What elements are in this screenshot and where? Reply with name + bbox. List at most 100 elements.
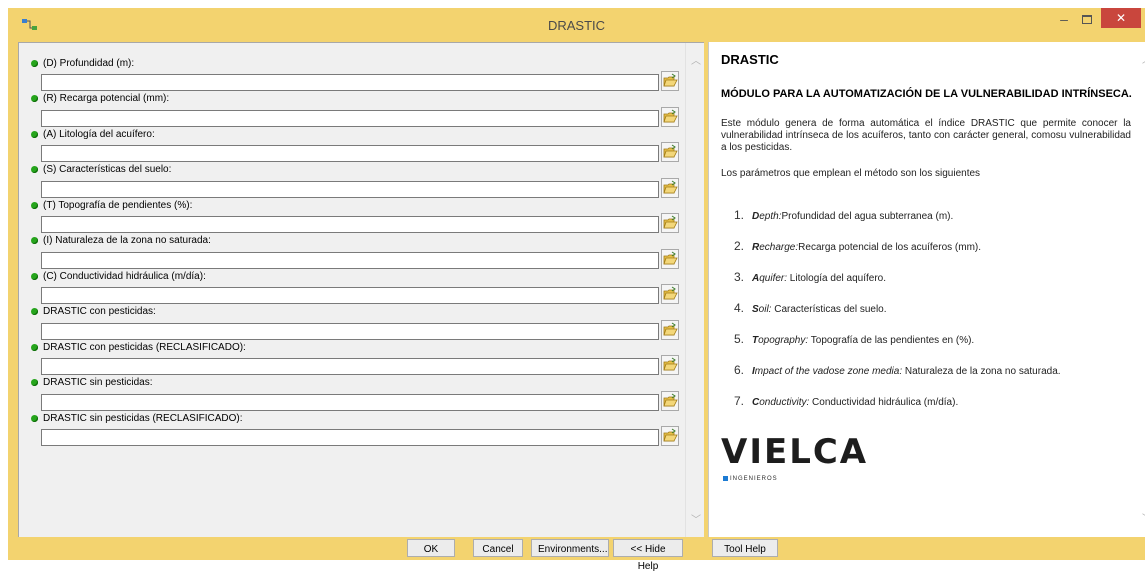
param-input[interactable] xyxy=(41,109,659,127)
help-params-intro: Los parámetros que emplean el método son… xyxy=(721,168,981,179)
open-folder-icon xyxy=(663,357,678,371)
browse-folder-button[interactable] xyxy=(661,426,679,446)
param-label: DRASTIC con pesticidas (RECLASIFICADO): xyxy=(31,339,246,355)
param-label: DRASTIC con pesticidas: xyxy=(31,304,156,320)
help-item-number: 6. xyxy=(734,363,745,377)
help-param-item: 3. Aquifer: Litología del aquífero. xyxy=(734,270,886,284)
maximize-button[interactable] xyxy=(1079,12,1095,28)
maximize-icon xyxy=(1082,15,1092,24)
tool-help-button[interactable]: Tool Help xyxy=(712,539,778,557)
help-item-term: Topography: xyxy=(752,335,809,346)
open-folder-icon xyxy=(663,109,678,122)
param-row: (I) Naturaleza de la zona no saturada: xyxy=(31,233,679,273)
param-label-text: (A) Litología del acuífero: xyxy=(43,128,155,140)
param-input[interactable] xyxy=(41,145,659,162)
param-input[interactable] xyxy=(41,429,659,446)
param-label-text: DRASTIC sin pesticidas: xyxy=(43,377,153,388)
required-dot-icon xyxy=(31,201,38,209)
browse-folder-button[interactable] xyxy=(661,71,679,91)
help-description: Este módulo genera de forma automática e… xyxy=(721,118,1131,153)
param-input[interactable] xyxy=(41,251,659,269)
param-input[interactable] xyxy=(41,74,659,91)
title-bar[interactable]: DRASTIC – ✕ xyxy=(8,8,1145,42)
required-dot-icon xyxy=(31,166,38,173)
param-row: (A) Litología del acuífero: xyxy=(31,126,679,166)
open-folder-icon xyxy=(663,393,678,406)
hide-help-button[interactable]: << Hide Help xyxy=(613,539,683,572)
help-item-number: 3. xyxy=(734,270,745,284)
help-item-text: Conductividad hidráulica (m/día). xyxy=(809,397,959,408)
help-param-item: 2. Recharge: Recarga potencial de los acuí… xyxy=(734,239,981,253)
scroll-down-icon[interactable]: ﹀ xyxy=(691,516,701,526)
browse-folder-button[interactable] xyxy=(661,248,679,269)
open-folder-icon xyxy=(663,73,678,87)
minimize-button[interactable]: – xyxy=(1053,12,1075,28)
param-label-text: (C) Conductividad hidráulica (m/día): xyxy=(43,270,206,282)
param-label: (A) Litología del acuífero: xyxy=(31,126,155,142)
param-input[interactable] xyxy=(41,180,659,198)
param-input[interactable] xyxy=(41,393,659,411)
required-dot-icon xyxy=(31,414,38,422)
param-input[interactable] xyxy=(41,322,659,340)
param-input[interactable] xyxy=(41,216,659,233)
browse-folder-button[interactable] xyxy=(661,319,679,340)
browse-folder-button[interactable] xyxy=(661,106,679,127)
param-input[interactable] xyxy=(41,358,659,375)
param-label-text: DRASTIC sin pesticidas (RECLASIFICADO): xyxy=(43,412,243,424)
button-bar: OK Cancel Environments... << Hide Help T… xyxy=(8,537,1145,572)
logo-mark-icon xyxy=(723,476,728,481)
close-button[interactable]: ✕ xyxy=(1101,8,1141,28)
param-row: (S) Características del suelo: xyxy=(31,162,679,202)
help-panel: DRASTIC MÓDULO PARA LA AUTOMATIZACIÓN DE… xyxy=(708,42,1145,537)
ok-button[interactable]: OK xyxy=(407,539,455,557)
help-param-item: 1. Depth: Profundidad del agua subterranea… xyxy=(734,208,953,222)
vielca-logo: VIELCA INGENIEROS xyxy=(721,432,868,482)
parameters-scrollbar[interactable]: ︿ ﹀ xyxy=(685,43,706,538)
help-item-text: Litología del aquífero. xyxy=(787,273,886,284)
param-label: (T) Topografía de pendientes (%): xyxy=(31,197,192,213)
cancel-button[interactable]: Cancel xyxy=(473,539,523,557)
param-row: (C) Conductividad hidráulica (m/día): xyxy=(31,268,679,308)
help-subtitle: MÓDULO PARA LA AUTOMATIZACIÓN DE LA VULN… xyxy=(721,88,1132,100)
required-dot-icon xyxy=(31,95,38,102)
environments-button[interactable]: Environments... xyxy=(531,539,609,557)
help-item-text: Topografía de las pendientes en (%). xyxy=(808,335,975,346)
required-dot-icon xyxy=(31,272,38,280)
browse-folder-button[interactable] xyxy=(661,284,679,304)
help-title: DRASTIC xyxy=(721,52,779,67)
open-folder-icon xyxy=(663,286,678,300)
help-item-term: Soil: xyxy=(752,304,772,315)
param-row: (R) Recarga potencial (mm): xyxy=(31,91,679,131)
param-label: DRASTIC sin pesticidas: xyxy=(31,375,152,391)
help-item-term: Impact of the vadose zone media: xyxy=(752,366,903,377)
browse-folder-button[interactable] xyxy=(661,390,679,411)
param-label-text: (R) Recarga potencial (mm): xyxy=(43,93,170,104)
open-folder-icon xyxy=(663,322,678,335)
help-item-number: 4. xyxy=(734,301,745,315)
param-label: (C) Conductividad hidráulica (m/día): xyxy=(31,268,206,284)
help-item-text: Características del suelo. xyxy=(771,304,887,315)
browse-folder-button[interactable] xyxy=(661,177,679,198)
help-item-text: Naturaleza de la zona no saturada. xyxy=(902,366,1061,377)
scroll-up-icon[interactable]: ︿ xyxy=(691,57,701,67)
help-item-term: Recharge: xyxy=(752,242,799,253)
help-param-item: 7. Conductivity: Conductividad hidráulica… xyxy=(734,394,958,408)
browse-folder-button[interactable] xyxy=(661,355,679,375)
help-item-text: Recarga potencial de los acuíferos (mm). xyxy=(798,242,982,253)
param-input[interactable] xyxy=(41,287,659,304)
help-item-term: Conductivity: xyxy=(752,397,810,408)
required-dot-icon xyxy=(31,379,38,386)
help-param-item: 4. Soil: Características del suelo. xyxy=(734,301,887,315)
param-label: (I) Naturaleza de la zona no saturada: xyxy=(31,233,211,249)
param-row: DRASTIC con pesticidas (RECLASIFICADO): xyxy=(31,339,679,379)
help-item-number: 5. xyxy=(734,332,745,346)
help-scrollbar[interactable]: ︿ ﹀ xyxy=(1140,42,1145,537)
browse-folder-button[interactable] xyxy=(661,142,679,162)
browse-folder-button[interactable] xyxy=(661,213,679,233)
help-param-item: 6. Impact of the vadose zone media: Natur… xyxy=(734,363,1061,377)
required-dot-icon xyxy=(31,59,38,67)
help-param-item: 5. Topography: Topografía de las pendient… xyxy=(734,332,974,346)
help-item-number: 2. xyxy=(734,239,745,253)
param-label: DRASTIC sin pesticidas (RECLASIFICADO): xyxy=(31,410,243,426)
help-item-number: 1. xyxy=(734,208,745,222)
